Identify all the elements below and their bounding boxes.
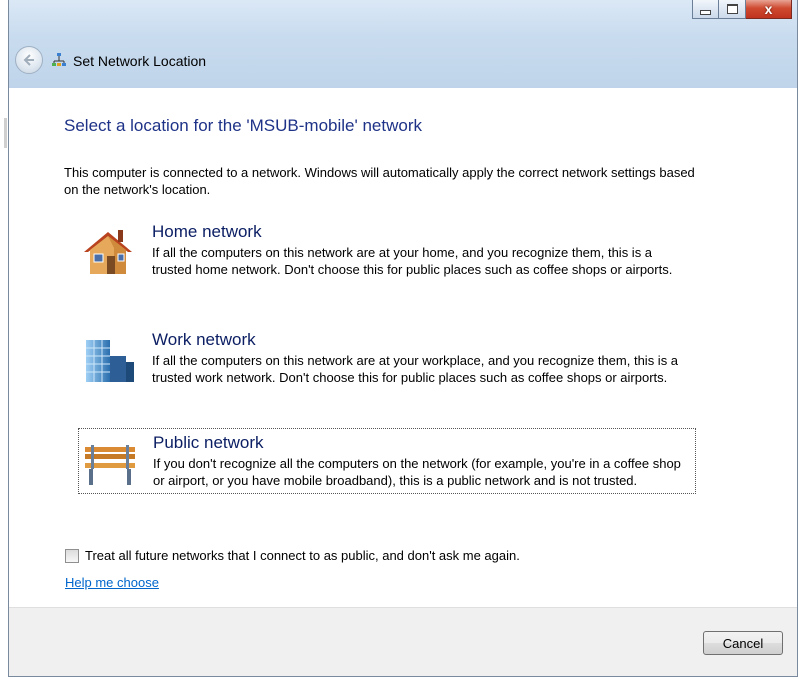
window-controls: x: [692, 0, 792, 20]
treat-as-public-row[interactable]: Treat all future networks that I connect…: [65, 548, 520, 563]
intro-text: This computer is connected to a network.…: [64, 165, 695, 197]
home-network-description: If all the computers on this network are…: [152, 245, 673, 277]
window-chrome: x Set Network Location: [9, 0, 797, 88]
background-strip: [0, 0, 8, 679]
dialog-content: Select a location for the 'MSUB-mobile' …: [9, 88, 797, 608]
cancel-button[interactable]: Cancel: [703, 631, 783, 655]
page-heading: Select a location for the 'MSUB-mobile' …: [64, 116, 422, 135]
work-network-title: Work network: [152, 330, 256, 349]
work-network-option[interactable]: Work network If all the computers on thi…: [78, 326, 696, 390]
work-network-description: If all the computers on this network are…: [152, 353, 679, 385]
home-network-title: Home network: [152, 222, 262, 241]
public-network-description: If you don't recognize all the computers…: [153, 456, 681, 488]
help-me-choose-link[interactable]: Help me choose: [65, 575, 159, 590]
back-button[interactable]: [15, 46, 43, 74]
maximize-icon: [726, 4, 738, 14]
dialog-footer: Cancel: [9, 607, 797, 676]
close-icon: x: [764, 1, 773, 17]
home-icon: [84, 230, 132, 274]
treat-as-public-checkbox[interactable]: [65, 548, 79, 563]
home-network-option[interactable]: Home network If all the computers on thi…: [78, 218, 696, 282]
title-bar[interactable]: x: [9, 0, 797, 32]
minimize-button[interactable]: [692, 0, 719, 19]
window-title: Set Network Location: [73, 53, 207, 69]
public-network-title: Public network: [153, 433, 264, 452]
park-bench-icon: [85, 445, 135, 485]
close-button[interactable]: x: [746, 0, 792, 19]
network-icon: [52, 53, 66, 66]
minimize-icon: [700, 10, 711, 15]
navigation-bar: Set Network Location: [9, 44, 797, 78]
maximize-button[interactable]: [719, 0, 746, 19]
office-building-icon: [86, 340, 134, 382]
treat-as-public-label[interactable]: Treat all future networks that I connect…: [85, 548, 520, 563]
public-network-option[interactable]: Public network If you don't recognize al…: [78, 428, 696, 494]
back-arrow-icon: [23, 54, 34, 66]
dialog-window: x Set Network Location Select a location…: [8, 0, 798, 677]
